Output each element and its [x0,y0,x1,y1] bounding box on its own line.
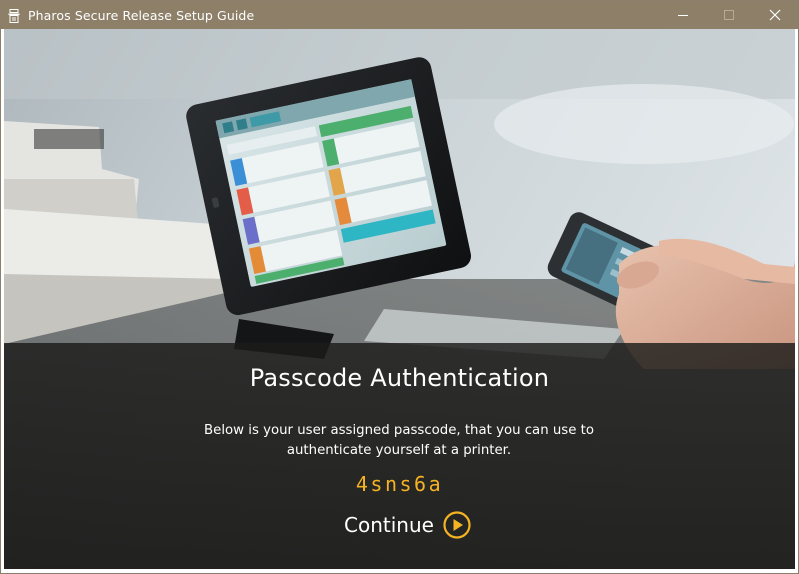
continue-button[interactable]: Continue [344,508,472,542]
content-area: Passcode Authentication Below is your us… [4,29,795,569]
play-circle-icon [443,511,471,539]
minimize-button[interactable] [660,1,706,29]
close-icon [769,9,781,21]
continue-label: Continue [344,513,434,537]
description-line-2: authenticate yourself at a printer. [286,443,512,458]
page-title: Passcode Authentication [249,364,550,392]
window-title: Pharos Secure Release Setup Guide [28,7,255,23]
printer-icon [8,8,20,23]
app-window: Pharos Secure Release Setup Guide Passco… [0,0,799,574]
passcode-value: 4sns6a [355,472,444,496]
maximize-button[interactable] [706,1,752,29]
window-controls [660,1,798,29]
close-button[interactable] [752,1,798,29]
minimize-icon [678,15,688,16]
title-bar[interactable]: Pharos Secure Release Setup Guide [1,1,798,29]
description-line-1: Below is your user assigned passcode, th… [204,423,594,438]
passcode-description: Below is your user assigned passcode, th… [199,421,599,461]
maximize-icon [724,10,734,20]
